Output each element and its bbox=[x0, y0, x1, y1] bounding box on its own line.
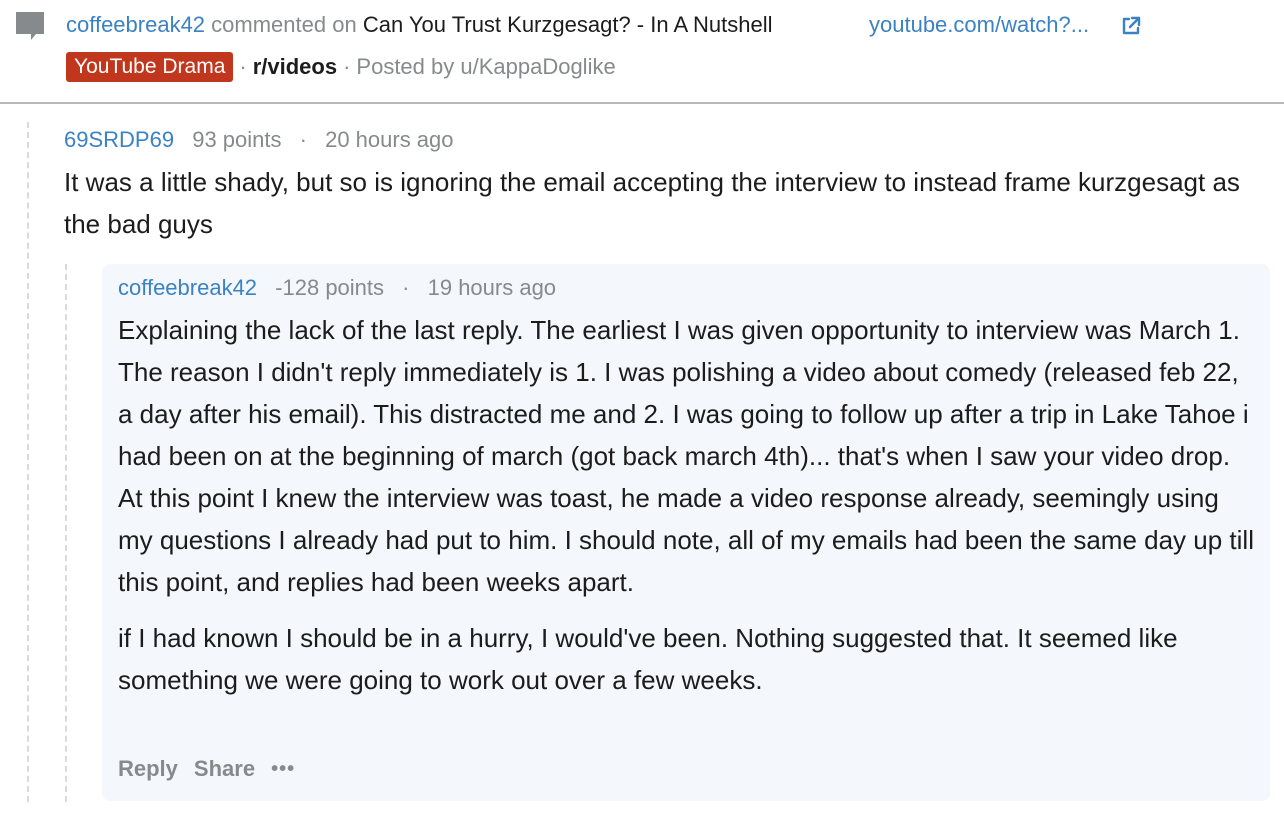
comment-actions: Reply Share ••• bbox=[118, 754, 311, 784]
meta-separator: · bbox=[239, 54, 247, 79]
meta-separator: · bbox=[343, 54, 351, 79]
external-url-link[interactable]: youtube.com/watch?... bbox=[869, 11, 1089, 39]
share-button[interactable]: Share bbox=[194, 754, 255, 784]
post-title-link[interactable]: Can You Trust Kurzgesagt? - In A Nutshel… bbox=[363, 12, 773, 37]
reply-points: -128 points bbox=[275, 275, 385, 300]
external-link-icon[interactable] bbox=[1120, 15, 1142, 37]
commented-on-text: commented on bbox=[211, 12, 357, 37]
parent-timestamp[interactable]: 20 hours ago bbox=[325, 127, 453, 152]
reply-comment-body: Explaining the lack of the last reply. T… bbox=[118, 309, 1258, 715]
more-options-icon[interactable]: ••• bbox=[271, 754, 295, 784]
post-meta: YouTube Drama · r/videos · Posted by u/K… bbox=[66, 52, 616, 82]
comment-summary: coffeebreak42 commented on Can You Trust… bbox=[66, 11, 773, 39]
parent-comment-body: It was a little shady, but so is ignorin… bbox=[64, 161, 1264, 245]
reply-timestamp[interactable]: 19 hours ago bbox=[428, 275, 556, 300]
subreddit-link[interactable]: r/videos bbox=[253, 52, 337, 82]
reply-paragraph: Explaining the lack of the last reply. T… bbox=[118, 315, 1254, 597]
comment-icon bbox=[16, 12, 44, 40]
reply-comment-meta: coffeebreak42 -128 points · 19 hours ago bbox=[118, 274, 556, 302]
posted-by[interactable]: Posted by u/KappaDoglike bbox=[356, 52, 615, 82]
reply-author-link[interactable]: coffeebreak42 bbox=[118, 275, 257, 300]
parent-points: 93 points bbox=[192, 127, 282, 152]
thread-line-reply[interactable] bbox=[65, 264, 67, 802]
post-flair[interactable]: YouTube Drama bbox=[66, 52, 234, 82]
parent-comment-text: It was a little shady, but so is ignorin… bbox=[64, 167, 1240, 239]
comment-context-header: coffeebreak42 commented on Can You Trust… bbox=[0, 0, 1284, 104]
commenter-link[interactable]: coffeebreak42 bbox=[66, 12, 205, 37]
meta-separator: · bbox=[299, 127, 307, 152]
meta-separator: · bbox=[402, 275, 410, 300]
parent-author-link[interactable]: 69SRDP69 bbox=[64, 127, 174, 152]
parent-comment-meta: 69SRDP69 93 points · 20 hours ago bbox=[64, 126, 454, 154]
thread-line-parent[interactable] bbox=[27, 122, 29, 802]
reply-button[interactable]: Reply bbox=[118, 754, 178, 784]
reply-paragraph: if I had known I should be in a hurry, I… bbox=[118, 623, 1178, 695]
